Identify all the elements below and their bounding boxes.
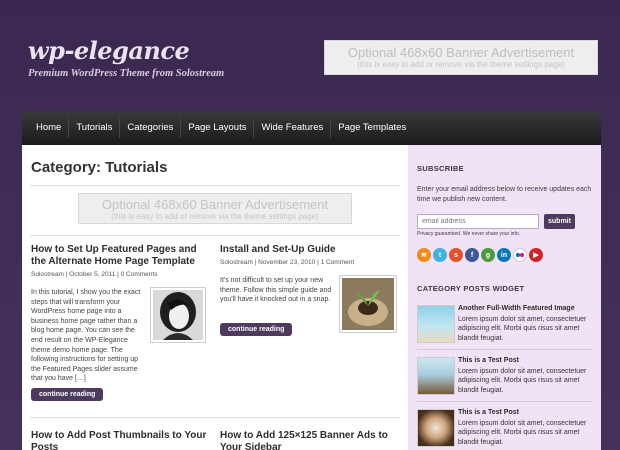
post-meta: Solostream | October 5, 2011 | 0 Comment… <box>31 271 158 278</box>
submit-button[interactable]: submit <box>544 214 575 229</box>
item-title[interactable]: This is a Test Post <box>458 357 519 364</box>
subscribe-heading: SUBSCRIBE <box>417 164 464 173</box>
page-title: Category: Tutorials <box>31 159 168 176</box>
content-banner-ad[interactable]: Optional 468x60 Banner Advertisement (th… <box>78 193 352 224</box>
item-excerpt: Lorem ipsum dolor sit amet, consectetuer… <box>458 368 587 394</box>
linkedin-icon[interactable]: in <box>497 248 511 262</box>
divider <box>417 401 593 402</box>
nav-item-page-layouts[interactable]: Page Layouts <box>181 118 255 138</box>
banner-line-1: Optional 468x60 Banner Advertisement <box>101 197 329 212</box>
nav-item-home[interactable]: Home <box>29 118 70 138</box>
post-title[interactable]: How to Set Up Featured Pages and the Alt… <box>31 244 209 268</box>
item-title[interactable]: This is a Test Post <box>458 409 519 416</box>
header-banner-ad[interactable]: Optional 468x60 Banner Advertisement (th… <box>324 40 598 75</box>
site-tagline: Premium WordPress Theme from Solostream <box>28 68 225 79</box>
site-title[interactable]: wp-elegance <box>28 36 190 65</box>
post-thumbnail[interactable] <box>339 275 397 333</box>
divider <box>30 185 400 186</box>
pier-thumbnail <box>417 357 455 395</box>
post-title[interactable]: How to Add Post Thumbnails to Your Posts <box>31 430 209 450</box>
post-card: Install and Set-Up Guide Solostream | No… <box>220 244 400 364</box>
item-excerpt: Lorem ipsum dolor sit amet, consectetuer… <box>458 316 587 342</box>
continue-reading-button[interactable]: continue reading <box>220 323 293 336</box>
twitter-icon[interactable]: t <box>433 248 447 262</box>
woman-portrait-image <box>153 290 203 340</box>
banner-line-2: (this is easy to add or remove via the t… <box>357 60 565 69</box>
post-thumbnail[interactable] <box>150 287 206 343</box>
item-title[interactable]: Another Full-Width Featured Image <box>458 305 575 312</box>
google-icon[interactable]: g <box>481 248 495 262</box>
youtube-icon[interactable]: ▶ <box>529 248 543 262</box>
banner-line-2: (this is easy to add or remove via the t… <box>111 212 319 221</box>
main-content: Category: Tutorials Optional 468x60 Bann… <box>22 145 408 450</box>
post-excerpt: In this tutorial, I show you the exact s… <box>31 289 141 383</box>
main-navigation: Home Tutorials Categories Page Layouts W… <box>22 111 601 145</box>
post-card: How to Add 125×125 Banner Ads to Your Si… <box>220 430 400 450</box>
sidebar: SUBSCRIBE Enter your email address below… <box>408 145 601 450</box>
post-card: How to Set Up Featured Pages and the Alt… <box>31 244 209 404</box>
post-excerpt: It's not difficult to set up your new th… <box>220 277 332 304</box>
nav-item-wide-features[interactable]: Wide Features <box>254 118 332 138</box>
divider <box>30 417 400 418</box>
item-excerpt: Lorem ipsum dolor sit amet, consectetuer… <box>458 420 587 446</box>
category-posts-heading: CATEGORY POSTS WIDGET <box>417 284 525 293</box>
coffee-thumbnail <box>417 409 455 447</box>
banner-line-1: Optional 468x60 Banner Advertisement <box>347 45 575 60</box>
post-card: How to Add Post Thumbnails to Your Posts <box>31 430 209 450</box>
post-meta: Solostream | November 23, 2010 | 1 Comme… <box>220 259 355 266</box>
nav-item-page-templates[interactable]: Page Templates <box>331 118 413 138</box>
flickr-icon[interactable] <box>513 248 527 262</box>
divider <box>30 235 400 236</box>
seedling-hands-image <box>342 278 394 330</box>
post-title[interactable]: How to Add 125×125 Banner Ads to Your Si… <box>220 430 400 450</box>
email-field[interactable] <box>417 214 539 229</box>
continue-reading-button[interactable]: continue reading <box>31 388 104 401</box>
facebook-icon[interactable]: f <box>465 248 479 262</box>
post-title[interactable]: Install and Set-Up Guide <box>220 244 400 256</box>
subscribe-text: Enter your email address below to receiv… <box>417 186 592 203</box>
stumbleupon-icon[interactable]: s <box>449 248 463 262</box>
rss-icon[interactable]: ≋ <box>417 248 431 262</box>
nav-item-tutorials[interactable]: Tutorials <box>69 118 121 138</box>
privacy-note: Privacy guaranteed. We never share your … <box>417 231 521 237</box>
social-icons: ≋ t s f g in ▶ <box>417 248 543 262</box>
divider <box>417 349 593 350</box>
beach-thumbnail <box>417 305 455 343</box>
nav-item-categories[interactable]: Categories <box>120 118 182 138</box>
